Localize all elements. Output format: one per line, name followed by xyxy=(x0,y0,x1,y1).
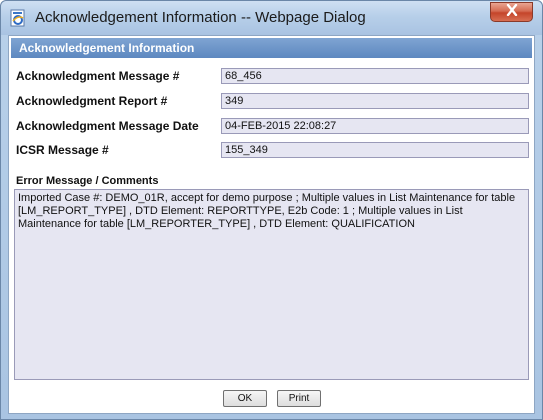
error-message-textarea[interactable]: Imported Case #: DEMO_01R, accept for de… xyxy=(14,189,529,380)
section-header: Acknowledgement Information xyxy=(11,38,532,58)
close-icon xyxy=(505,3,519,21)
ie-page-icon xyxy=(9,9,27,27)
ack-report-field: 349 xyxy=(221,93,529,109)
dialog-content: Acknowledgement Information Acknowledgme… xyxy=(8,35,535,414)
ack-message-label: Acknowledgment Message # xyxy=(16,69,180,83)
button-bar: OK Print xyxy=(9,384,534,413)
ack-report-label: Acknowledgment Report # xyxy=(16,94,168,108)
ack-date-field: 04-FEB-2015 22:08:27 xyxy=(221,118,529,134)
title-bar[interactable]: Acknowledgement Information -- Webpage D… xyxy=(1,1,542,35)
close-button[interactable] xyxy=(490,2,533,22)
icsr-message-field: 155_349 xyxy=(221,142,529,158)
icsr-message-label: ICSR Message # xyxy=(16,143,109,157)
ack-date-label: Acknowledgment Message Date xyxy=(16,119,199,133)
window-title: Acknowledgement Information -- Webpage D… xyxy=(35,9,366,26)
dialog-window: Acknowledgement Information -- Webpage D… xyxy=(0,0,543,420)
error-message-label: Error Message / Comments xyxy=(16,175,159,187)
print-button[interactable]: Print xyxy=(277,390,321,407)
ok-button[interactable]: OK xyxy=(223,390,267,407)
ack-message-field: 68_456 xyxy=(221,68,529,84)
